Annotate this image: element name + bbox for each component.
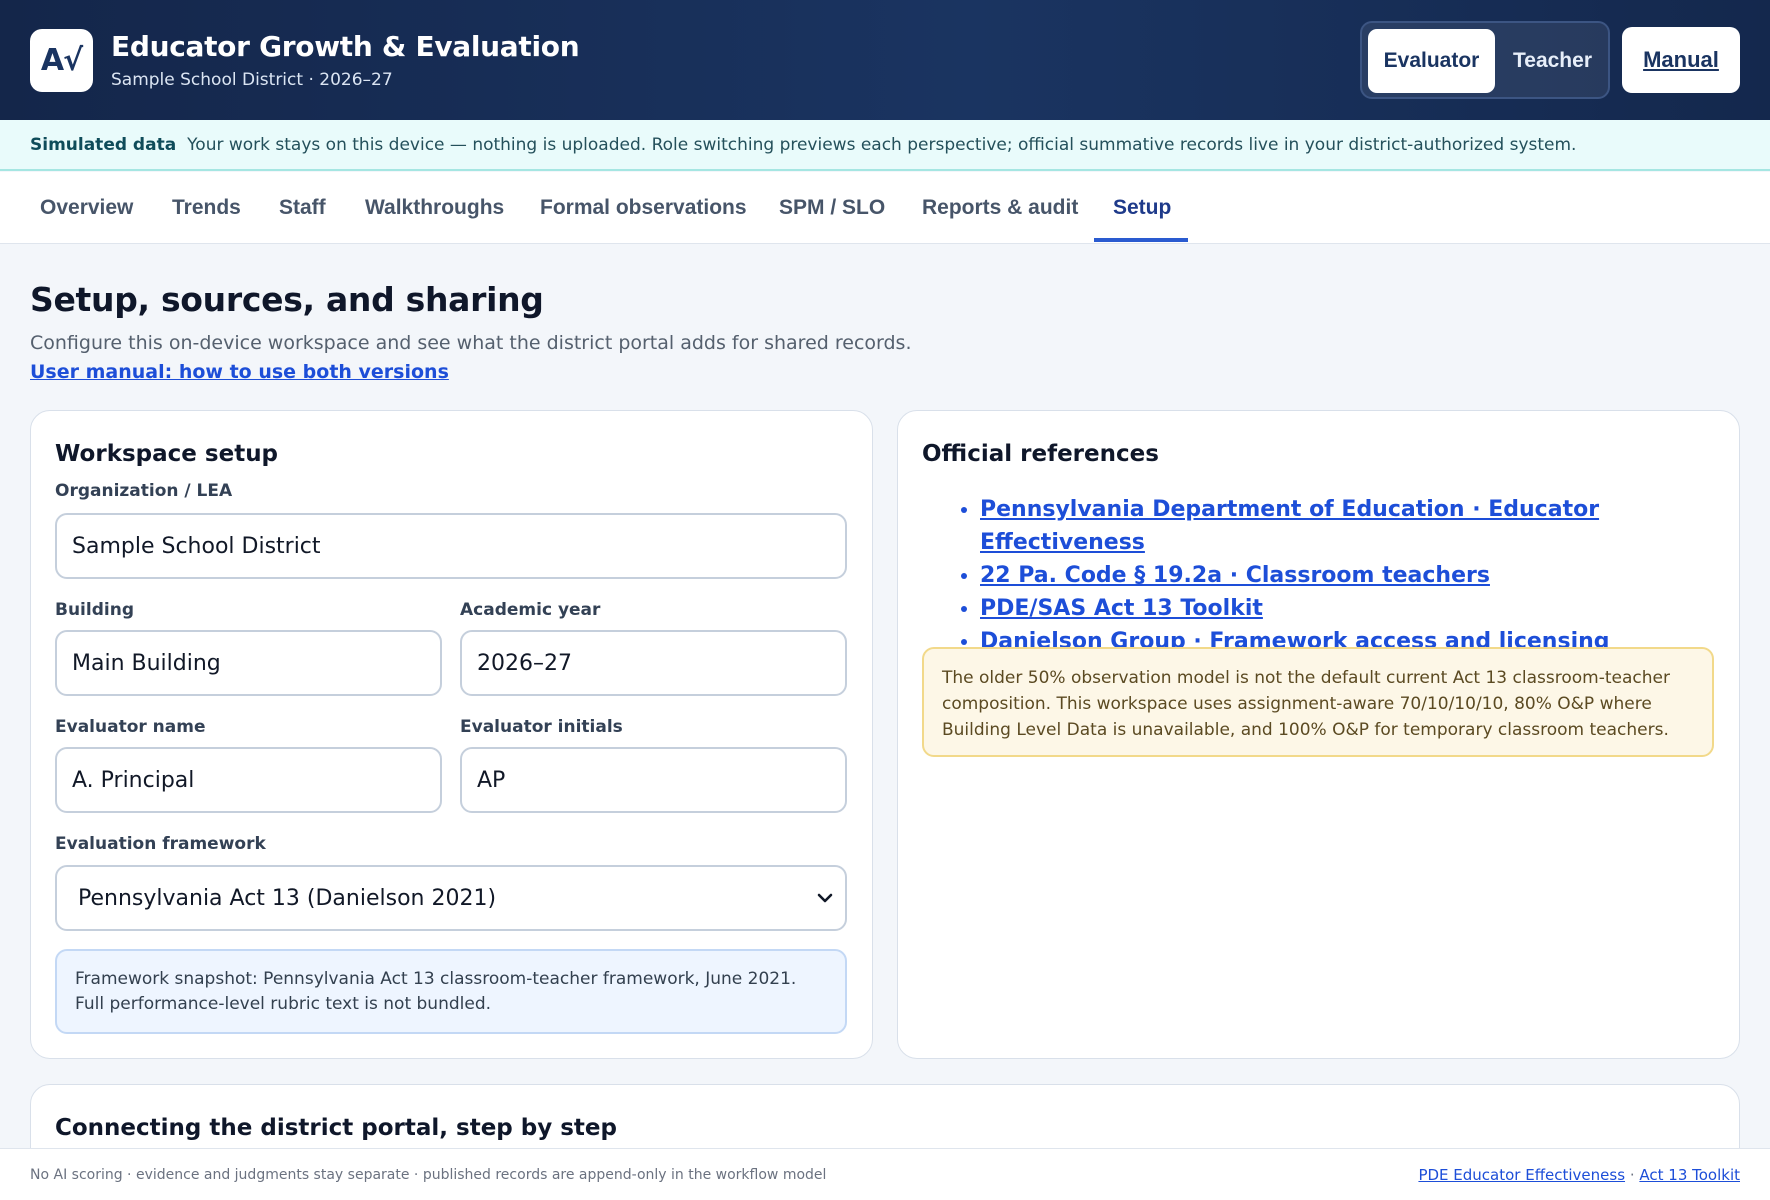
banner-label: Simulated data	[30, 134, 177, 155]
reference-item: Pennsylvania Department of Education · E…	[980, 493, 1739, 559]
tab-spm-slo[interactable]: SPM / SLO	[779, 172, 885, 244]
tab-trends[interactable]: Trends	[172, 172, 241, 244]
evaluator-name-input[interactable]: A. Principal	[55, 747, 442, 813]
app-logo: A√	[30, 29, 93, 92]
app-title: Educator Growth & Evaluation	[111, 30, 580, 63]
evaluator-name-label: Evaluator name	[55, 717, 206, 737]
page-title: Setup, sources, and sharing	[30, 280, 544, 319]
reference-item: PDE/SAS Act 13 Toolkit	[980, 592, 1739, 625]
reference-item: 22 Pa. Code § 19.2a · Classroom teachers	[980, 559, 1739, 592]
workspace-setup-heading: Workspace setup	[55, 441, 279, 467]
framework-select[interactable]: Pennsylvania Act 13 (Danielson 2021)	[55, 865, 847, 931]
official-references-heading: Official references	[922, 441, 1159, 467]
framework-label: Evaluation framework	[55, 834, 266, 854]
framework-selected-value: Pennsylvania Act 13 (Danielson 2021)	[78, 885, 497, 911]
reference-link-pde-educator-effectiveness[interactable]: Pennsylvania Department of Education · E…	[980, 497, 1599, 555]
evaluator-initials-label: Evaluator initials	[460, 717, 623, 737]
district-portal-heading: Connecting the district portal, step by …	[55, 1115, 617, 1141]
reference-link-pa-code[interactable]: 22 Pa. Code § 19.2a · Classroom teachers	[980, 563, 1490, 588]
footer-links: PDE Educator Effectiveness · Act 13 Tool…	[1418, 1166, 1740, 1184]
logo-text: A√	[40, 43, 83, 78]
footer-separator: ·	[1629, 1166, 1635, 1184]
building-input[interactable]: Main Building	[55, 630, 442, 696]
tab-reports-audit[interactable]: Reports & audit	[922, 172, 1078, 244]
tab-walkthroughs[interactable]: Walkthroughs	[365, 172, 504, 244]
composition-warning-note: The older 50% observation model is not t…	[922, 647, 1714, 757]
footer-text: No AI scoring · evidence and judgments s…	[30, 1166, 827, 1183]
page-description: Configure this on-device workspace and s…	[30, 332, 912, 354]
main-nav: Overview Trends Staff Walkthroughs Forma…	[0, 172, 1770, 244]
organization-input[interactable]: Sample School District	[55, 513, 847, 579]
footer-link-pde[interactable]: PDE Educator Effectiveness	[1418, 1166, 1625, 1184]
tab-formal-observations[interactable]: Formal observations	[540, 172, 747, 244]
role-evaluator-button[interactable]: Evaluator	[1368, 29, 1495, 93]
academic-year-input[interactable]: 2026–27	[460, 630, 847, 696]
footer-link-act13[interactable]: Act 13 Toolkit	[1639, 1166, 1740, 1184]
user-manual-link[interactable]: User manual: how to use both versions	[30, 361, 449, 383]
tab-staff[interactable]: Staff	[279, 172, 326, 244]
academic-year-label: Academic year	[460, 600, 601, 620]
references-list: Pennsylvania Department of Education · E…	[958, 493, 1739, 658]
role-toggle: Evaluator Teacher	[1360, 21, 1610, 99]
simulated-data-banner: Simulated data Your work stays on this d…	[0, 120, 1770, 171]
manual-button[interactable]: Manual	[1622, 27, 1740, 93]
tab-overview[interactable]: Overview	[40, 172, 133, 244]
official-references-card: Official references Pennsylvania Departm…	[897, 410, 1740, 1059]
app-subtitle: Sample School District · 2026–27	[111, 70, 393, 90]
app-footer: No AI scoring · evidence and judgments s…	[0, 1148, 1770, 1200]
app-header: A√ Educator Growth & Evaluation Sample S…	[0, 0, 1770, 120]
tab-setup[interactable]: Setup	[1113, 172, 1171, 244]
reference-link-act13-toolkit[interactable]: PDE/SAS Act 13 Toolkit	[980, 596, 1263, 621]
chevron-down-icon	[817, 893, 833, 903]
workspace-setup-card: Workspace setup Organization / LEA Sampl…	[30, 410, 873, 1059]
banner-text: Your work stays on this device — nothing…	[187, 134, 1577, 155]
building-label: Building	[55, 600, 134, 620]
active-tab-indicator	[1094, 238, 1188, 242]
organization-label: Organization / LEA	[55, 481, 233, 501]
framework-snapshot-note: Framework snapshot: Pennsylvania Act 13 …	[55, 949, 847, 1034]
role-teacher-button[interactable]: Teacher	[1499, 29, 1606, 93]
evaluator-initials-input[interactable]: AP	[460, 747, 847, 813]
